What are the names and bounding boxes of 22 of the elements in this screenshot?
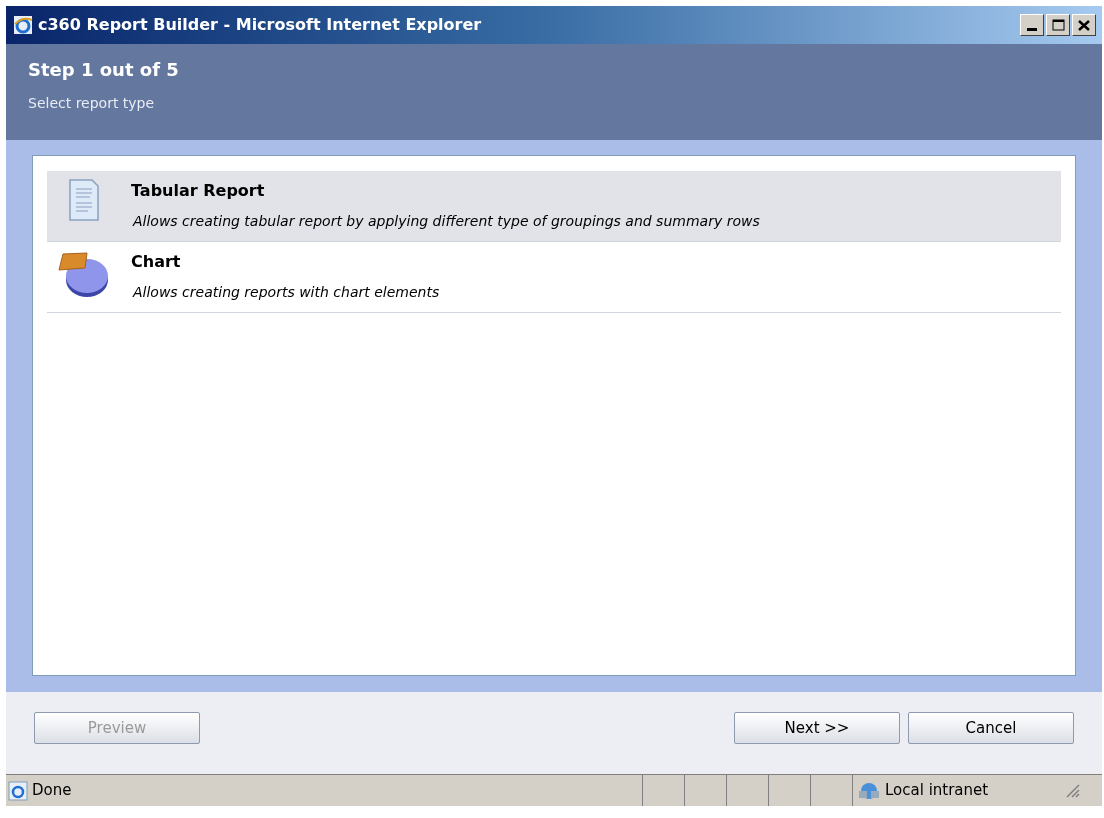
wizard-button[interactable]: Cancel bbox=[908, 712, 1074, 744]
zone-text: Local intranet bbox=[885, 780, 989, 802]
report-type-description: Allows creating tabular report by applying different type of groupings and summary rows bbox=[131, 212, 760, 231]
wizard-button[interactable]: Next >> bbox=[734, 712, 900, 744]
step-subtitle: Select report type bbox=[28, 94, 156, 113]
step-title: Step 1 out of 5 bbox=[28, 58, 180, 82]
browser-icon bbox=[8, 780, 28, 801]
maximize-icon bbox=[1051, 19, 1065, 31]
window-title: c360 Report Builder - Microsoft Internet Explorer bbox=[38, 14, 482, 36]
report-type-description: Allows creating reports with chart elements bbox=[131, 283, 440, 302]
resize-grip-icon bbox=[1066, 783, 1080, 798]
maximize-button[interactable] bbox=[1046, 14, 1070, 36]
report-type-title: Chart bbox=[131, 251, 182, 273]
close-icon bbox=[1078, 19, 1090, 31]
report-type-title: Tabular Report bbox=[131, 180, 266, 202]
report-type-item[interactable]: Tabular Report Allows creating tabular report by applying different type of groupings and summary rows bbox=[47, 171, 1061, 242]
document-icon bbox=[66, 177, 102, 223]
close-button[interactable] bbox=[1072, 14, 1096, 36]
minimize-icon bbox=[1027, 28, 1037, 31]
status-text: Done bbox=[32, 780, 73, 802]
browser-icon bbox=[12, 14, 34, 36]
minimize-button[interactable] bbox=[1020, 14, 1044, 36]
